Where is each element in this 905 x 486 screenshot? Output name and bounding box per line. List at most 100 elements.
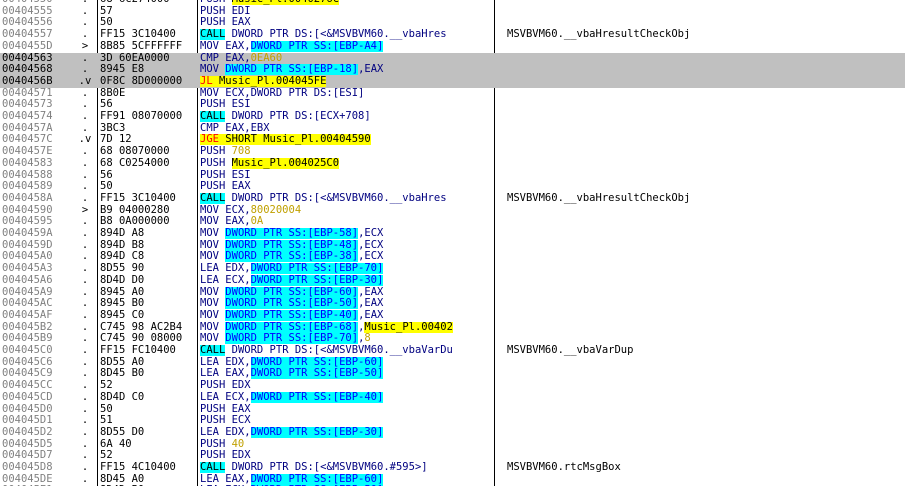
disassembly-cell: MOV DWORD PTR SS:[EBP-70],8 [200, 333, 494, 345]
instruction-token: CALL [200, 345, 226, 356]
hex-dump-cell: 8D4D C0 [100, 391, 145, 403]
disasm-row[interactable]: 00404555. 57 PUSH EDI [0, 6, 905, 18]
instruction-token: DWORD PTR SS:[EBP-70] [250, 263, 384, 275]
instruction-token: LEA EAX, [200, 368, 251, 380]
hex-dump-cell: 894D C8 [100, 251, 145, 263]
disasm-row[interactable]: 004045CD. 8D4D C0 LEA ECX,DWORD PTR SS:[EB… [0, 391, 905, 404]
flow-marker: . [81, 462, 89, 473]
instruction-token: PUSH [200, 438, 232, 450]
flow-marker: . [81, 228, 89, 239]
disasm-row[interactable]: 004045D0. 50 PUSH EAX [0, 404, 905, 416]
flow-marker: . [81, 356, 89, 368]
disasm-row[interactable]: 004045B9. C745 90 08000 MOV DWORD PTR SS:[… [0, 333, 905, 345]
comment-cell [507, 170, 903, 182]
disasm-row[interactable]: 0040457C .v 7D 12 JGE SHORT Music_Pl.004045… [0, 134, 905, 146]
disasm-row[interactable]: 004045C0. FF15 FC10400 CALL DWORD PTR DS:[… [0, 345, 905, 357]
flow-marker: . [81, 333, 89, 345]
flow-marker: . [81, 111, 89, 122]
disasm-row[interactable]: 004045D2. 8D55 D0 LEA EDX,DWORD PTR SS:[EB… [0, 426, 905, 439]
disassembly-view[interactable]: 00404550.68 6C274000PUSH Music_Pl.004027… [0, 0, 905, 486]
flow-marker: > [81, 40, 89, 52]
instruction-token: DWORD PTR SS:[EBP-50] [250, 368, 384, 380]
hex-dump-cell: 50 [100, 181, 113, 193]
disassembly-cell: MOV EAX,0A [200, 216, 494, 228]
disasm-row[interactable]: 0040458A. FF15 3C10400 CALL DWORD PTR DS:[… [0, 192, 905, 205]
disasm-row[interactable]: 00404568. 8945 E8 MOV DWORD PTR SS:[EBP-18… [0, 64, 905, 76]
disasm-row[interactable]: 004045A3. 8D55 90 LEA EDX,DWORD PTR SS:[EB… [0, 263, 905, 275]
hex-dump-cell: 57 [100, 5, 113, 17]
hex-dump-cell: 3D 60EA0000 [100, 52, 170, 64]
flow-marker: > [81, 204, 89, 216]
comment-cell [507, 6, 903, 18]
instruction-token: PUSH EAX [200, 17, 251, 29]
disasm-row[interactable]: 004045A0. 894D C8 MOV DWORD PTR SS:[EBP-38… [0, 251, 905, 263]
disasm-row[interactable]: 004045D8. FF15 4C10400 CALL DWORD PTR DS:[… [0, 462, 905, 474]
disasm-row[interactable]: 004045D7. 52 PUSH EDX [0, 450, 905, 462]
disasm-row[interactable]: 004045AC. 8945 B0 MOV DWORD PTR SS:[EBP-50… [0, 298, 905, 310]
comment-cell [507, 404, 903, 416]
disasm-row[interactable]: 00404563. 3D 60EA0000 CMP EAX,0EA60 [0, 52, 905, 65]
disasm-row[interactable]: 00404589. 50 PUSH EAX [0, 181, 905, 193]
comment-cell [507, 17, 903, 29]
disasm-row[interactable]: 00404595. B8 0A000000 MOV EAX,0A [0, 216, 905, 228]
disasm-row[interactable]: 0040459D. 894D B8 MOV DWORD PTR SS:[EBP-48… [0, 239, 905, 252]
instruction-token: LEA EDX, [200, 356, 251, 368]
hex-dump-cell: 68 C0254000 [100, 157, 170, 169]
flow-marker: . [81, 216, 89, 228]
disasm-row[interactable]: 004045D5. 6A 40 PUSH 40 [0, 439, 905, 451]
disasm-row[interactable]: 004045B2. C745 98 AC2B4 MOV DWORD PTR SS:[… [0, 321, 905, 334]
instruction-token: DWORD PTR SS:[EBP-38] [225, 251, 359, 263]
flow-marker: . [81, 87, 89, 99]
disassembly-cell: PUSH EDI [200, 6, 494, 18]
instruction-token: MOV [200, 298, 226, 310]
disassembly-cell: LEA EDX,DWORD PTR SS:[EBP-30] [200, 426, 494, 439]
instruction-token: DWORD PTR DS:[<&MSVBVM60.__vbaHres [225, 29, 447, 41]
flow-marker: . [81, 380, 89, 392]
hex-dump-cell: 7D 12 [100, 134, 132, 146]
disasm-row[interactable]: 004045A9. 8945 A0 MOV DWORD PTR SS:[EBP-60… [0, 286, 905, 299]
hex-dump-cell: 56 [100, 169, 113, 181]
instruction-token: ,EAX [358, 286, 384, 298]
instruction-token: ,EAX [358, 309, 384, 321]
disasm-row[interactable]: 004045C6. 8D55 A0 LEA EDX,DWORD PTR SS:[EB… [0, 356, 905, 369]
disasm-row[interactable]: 0040457E. 68 08070000 PUSH 708 [0, 146, 905, 158]
disasm-row[interactable]: 00404556. 50 PUSH EAX [0, 17, 905, 29]
hex-dump-cell: 8945 E8 [100, 64, 145, 76]
disasm-row[interactable]: 0040457A. 3BC3 CMP EAX,EBX [0, 123, 905, 135]
disasm-row[interactable]: 004045DE. 8D45 A0 LEA EAX,DWORD PTR SS:[EB… [0, 473, 905, 486]
disasm-row[interactable]: 0040456B .v 0F8C 8D000000 JL Music_Pl.00404… [0, 75, 905, 88]
instruction-token: DWORD PTR SS:[EBP-48] [225, 239, 359, 251]
hex-dump-cell: 68 08070000 [100, 146, 170, 158]
comment-cell [507, 298, 903, 310]
comment-cell [507, 439, 903, 451]
disasm-row[interactable]: 00404571. 8B0E MOV ECX,DWORD PTR DS:[ESI] [0, 88, 905, 100]
disasm-row[interactable]: 00404590 > B9 04000280 MOV ECX,80020004 [0, 205, 905, 217]
disasm-row[interactable]: 00404573. 56 PUSH ESI [0, 99, 905, 111]
comment-cell [507, 111, 903, 123]
disasm-row[interactable]: 004045CC. 52 PUSH EDX [0, 380, 905, 392]
comment-cell [507, 322, 903, 334]
instruction-token: LEA ECX, [200, 274, 251, 286]
disasm-row[interactable]: 00404588. 56 PUSH ESI [0, 170, 905, 182]
disassembly-cell: JL Music_Pl.004045FE [200, 75, 494, 88]
disasm-row[interactable]: 004045D1. 51 PUSH ECX [0, 415, 905, 427]
disasm-row[interactable]: 00404583. 68 C0254000 PUSH Music_Pl.004025… [0, 157, 905, 170]
disasm-row[interactable]: 004045A6. 8D4D D0 LEA ECX,DWORD PTR SS:[EB… [0, 274, 905, 287]
hex-dump-cell: 8D55 90 [100, 263, 145, 275]
disasm-row[interactable]: 0040459A. 894D A8 MOV DWORD PTR SS:[EBP-58… [0, 228, 905, 240]
instruction-token: LEA EDX, [200, 426, 251, 438]
hex-dump-cell: 8D4D D0 [100, 274, 145, 286]
disasm-row[interactable]: 004045AF. 8945 C0 MOV DWORD PTR SS:[EBP-40… [0, 309, 905, 322]
flow-marker: . [81, 157, 89, 169]
comment-cell [507, 310, 903, 322]
disasm-row[interactable]: 004045C9. 8D45 B0 LEA EAX,DWORD PTR SS:[EB… [0, 368, 905, 380]
disasm-row[interactable]: 00404557. FF15 3C10400 CALL DWORD PTR DS:[… [0, 29, 905, 41]
disassembly-cell: MOV DWORD PTR SS:[EBP-40],EAX [200, 309, 494, 322]
disassembly-cell: MOV ECX,DWORD PTR DS:[ESI] [200, 88, 494, 100]
disasm-row[interactable]: 00404574. FF91 08070000 CALL DWORD PTR DS:… [0, 111, 905, 123]
instruction-token: MOV [200, 64, 226, 76]
instruction-token: MOV [200, 309, 226, 321]
comment-cell [507, 380, 903, 392]
disasm-row[interactable]: 0040455D >8B85 5CFFFFFF MOV EAX,DWORD PTR … [0, 40, 905, 53]
instruction-token: Music_Pl.004045FE [212, 75, 327, 87]
